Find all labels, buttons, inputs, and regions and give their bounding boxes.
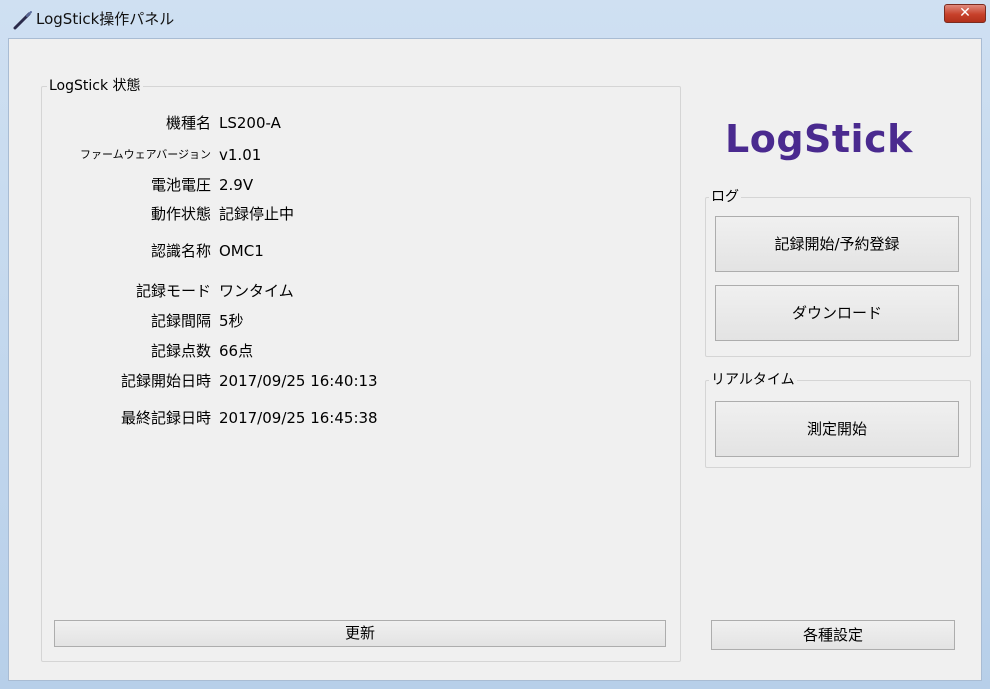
window-title: LogStick操作パネル: [36, 10, 175, 28]
status-row-operation: 動作状態 記録停止中: [9, 204, 429, 224]
download-button[interactable]: ダウンロード: [715, 285, 959, 341]
status-row-record-mode: 記録モード ワンタイム: [9, 281, 429, 301]
title-bar[interactable]: LogStick操作パネル ✕: [0, 0, 990, 38]
settings-button[interactable]: 各種設定: [711, 620, 955, 650]
record-start-button[interactable]: 記録開始/予約登録: [715, 216, 959, 272]
measure-start-button[interactable]: 測定開始: [715, 401, 959, 457]
status-value: 記録停止中: [219, 205, 295, 223]
status-label: 最終記録日時: [120, 409, 211, 427]
client-area: LogStick 状態 機種名 LS200-A ファームウェアバージョン v1.…: [8, 38, 982, 681]
status-label: ファームウェアバージョン: [79, 148, 211, 161]
status-row-recognition-name: 認識名称 OMC1: [9, 241, 429, 261]
status-label: 記録モード: [135, 282, 211, 300]
status-value: ワンタイム: [219, 282, 294, 300]
status-label: 記録間隔: [150, 312, 211, 330]
status-label: 記録開始日時: [120, 372, 211, 390]
logstick-logo: LogStick: [725, 117, 913, 161]
status-group-legend: LogStick 状態: [47, 78, 143, 94]
status-label: 動作状態: [150, 205, 211, 223]
status-value: OMC1: [219, 242, 264, 260]
status-value: LS200-A: [219, 114, 281, 132]
status-value: 2017/09/25 16:40:13: [219, 372, 378, 390]
status-row-last-record: 最終記録日時 2017/09/25 16:45:38: [9, 408, 429, 428]
status-row-battery: 電池電圧 2.9V: [9, 175, 429, 195]
status-row-model: 機種名 LS200-A: [9, 113, 429, 133]
refresh-button[interactable]: 更新: [54, 620, 666, 647]
status-value: v1.01: [219, 146, 262, 164]
app-window: LogStick操作パネル ✕ LogStick 状態 機種名 LS200-A …: [0, 0, 990, 689]
status-row-record-count: 記録点数 66点: [9, 341, 429, 361]
status-value: 5秒: [219, 312, 244, 330]
status-label: 機種名: [165, 114, 211, 132]
pen-icon: [13, 11, 32, 30]
log-group-legend: ログ: [709, 189, 741, 205]
status-value: 2.9V: [219, 176, 254, 194]
status-row-firmware: ファームウェアバージョン v1.01: [9, 145, 429, 165]
status-value: 2017/09/25 16:45:38: [219, 409, 378, 427]
status-label: 記録点数: [150, 342, 211, 360]
status-row-record-interval: 記録間隔 5秒: [9, 311, 429, 331]
close-button[interactable]: ✕: [944, 4, 986, 23]
status-label: 電池電圧: [150, 176, 211, 194]
status-value: 66点: [219, 342, 254, 360]
realtime-group-legend: リアルタイム: [709, 372, 797, 388]
status-label: 認識名称: [150, 242, 211, 260]
status-row-record-start: 記録開始日時 2017/09/25 16:40:13: [9, 371, 429, 391]
